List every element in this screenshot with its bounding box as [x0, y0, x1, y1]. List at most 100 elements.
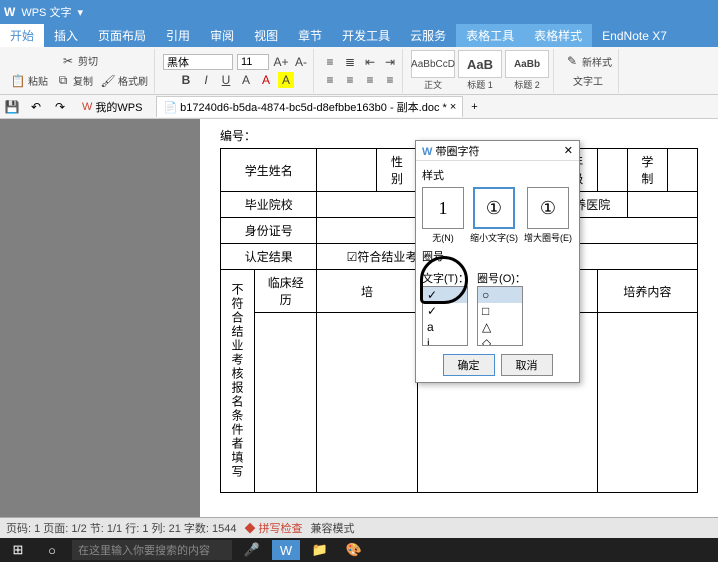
paste-button[interactable]: 📋粘贴 [8, 72, 50, 90]
tab-table-tools[interactable]: 表格工具 [456, 24, 524, 47]
edit-group: ✎新样式 文字工 [558, 49, 619, 93]
taskbar-explorer-icon[interactable]: 📁 [306, 540, 334, 560]
align-right-icon[interactable]: ≡ [362, 72, 378, 88]
strike-button[interactable]: A [238, 72, 254, 88]
styles-group: AaBbCcD正文 AaB标题 1 AaBb标题 2 [407, 49, 554, 93]
dialog-close-icon[interactable]: ✕ [564, 144, 573, 157]
tab-devtools[interactable]: 开发工具 [332, 24, 400, 47]
style-opt-shrink[interactable]: ① [473, 187, 515, 229]
qat-redo-icon[interactable]: ↷ [52, 99, 68, 115]
workspace: 编号： 学生姓名 性别 出生 年级 学制 毕业院校 养医院 身份证号 认定结果 … [0, 119, 718, 517]
windows-taskbar: ⊞ ○ 在这里输入你要搜索的内容 🎤 W 📁 🎨 [0, 538, 718, 562]
shape-list-label: 圈号(O)： [477, 270, 526, 286]
shape-item-circle[interactable]: ○ [478, 287, 522, 303]
ok-button[interactable]: 确定 [443, 354, 495, 376]
cortana-icon[interactable]: ○ [38, 540, 66, 560]
font-shrink-icon[interactable]: A- [293, 54, 309, 70]
style-opt-none[interactable]: 1 [422, 187, 464, 229]
italic-button[interactable]: I [198, 72, 214, 88]
align-justify-icon[interactable]: ≡ [382, 72, 398, 88]
new-style-button[interactable]: ✎新样式 [562, 52, 614, 70]
shape-list[interactable]: ○ □ △ ◇ [477, 286, 523, 346]
taskbar-app-icon[interactable]: 🎨 [340, 540, 368, 560]
font-name-input[interactable] [163, 54, 233, 70]
dialog-titlebar[interactable]: W 带圈字符 ✕ [416, 141, 579, 161]
tab-chapter[interactable]: 章节 [288, 24, 332, 47]
char-item[interactable]: a [423, 319, 467, 335]
spellcheck-indicator[interactable]: ◆ 拼写检查 [244, 520, 302, 536]
char-item[interactable]: ✓ [423, 303, 467, 319]
indent-inc-icon[interactable]: ⇥ [382, 54, 398, 70]
doctab-add-icon[interactable]: + [471, 101, 477, 113]
doctab-mywps[interactable]: W我的WPS [76, 97, 148, 117]
font-size-input[interactable] [237, 54, 269, 70]
app-logo: W [4, 5, 15, 19]
paragraph-group: ≡ ≣ ⇤ ⇥ ≡ ≡ ≡ ≡ [318, 49, 403, 93]
font-color-icon[interactable]: A [258, 72, 274, 88]
start-button[interactable]: ⊞ [4, 540, 32, 560]
font-group: A+ A- B I U A A A [159, 49, 314, 93]
qat-undo-icon[interactable]: ↶ [28, 99, 44, 115]
char-item[interactable]: i [423, 335, 467, 346]
style-h2[interactable]: AaBb [505, 50, 549, 78]
enclose-chars-dialog: W 带圈字符 ✕ 样式 1无(N) ①缩小文字(S) ①增大圈号(E) 圈号 文… [415, 140, 580, 383]
dialog-title: 带圈字符 [435, 146, 479, 158]
tab-layout[interactable]: 页面布局 [88, 24, 156, 47]
format-painter-button[interactable]: 🖌格式刷 [98, 72, 150, 90]
style-normal[interactable]: AaBbCcD [411, 50, 455, 78]
shape-item-triangle[interactable]: △ [478, 319, 522, 335]
tab-insert[interactable]: 插入 [44, 24, 88, 47]
cancel-button[interactable]: 取消 [501, 354, 553, 376]
highlight-icon[interactable]: A [278, 72, 294, 88]
char-list-label: 文字(T)： [422, 270, 469, 286]
taskbar-wps-icon[interactable]: W [272, 540, 300, 560]
taskbar-search[interactable]: 在这里输入你要搜索的内容 [72, 540, 232, 560]
cut-button[interactable]: ✂剪切 [58, 52, 100, 70]
style-section-label: 样式 [422, 167, 573, 183]
dialog-icon: W [422, 146, 432, 158]
status-text: 页码: 1 页面: 1/2 节: 1/1 行: 1 列: 21 字数: 1544 [6, 520, 236, 536]
document-tabs: 💾 ↶ ↷ W我的WPS 📄b17240d6-b5da-4874-bc5d-d8… [0, 95, 718, 119]
ribbon-tabs: 开始 插入 页面布局 引用 审阅 视图 章节 开发工具 云服务 表格工具 表格样… [0, 24, 718, 47]
wps-logo-icon: W [82, 101, 92, 113]
ribbon-toolbar: ✂剪切 📋粘贴 ⧉复制 🖌格式刷 A+ A- B I U A A A ≡ ≣ ⇤… [0, 47, 718, 95]
bullets-icon[interactable]: ≡ [322, 54, 338, 70]
tab-table-style[interactable]: 表格样式 [524, 24, 592, 47]
bold-button[interactable]: B [178, 72, 194, 88]
char-list[interactable]: ✓ ✓ a i [422, 286, 468, 346]
brush-icon: 🖌 [100, 73, 116, 89]
tab-references[interactable]: 引用 [156, 24, 200, 47]
compat-mode-indicator: 兼容模式 [311, 520, 355, 536]
tab-review[interactable]: 审阅 [200, 24, 244, 47]
doctab-active[interactable]: 📄b17240d6-b5da-4874-bc5d-d8efbbe163b0 - … [156, 96, 463, 117]
window-titlebar: W WPS 文字 ▾ [0, 0, 718, 24]
align-left-icon[interactable]: ≡ [322, 72, 338, 88]
text-tools-button[interactable]: 文字工 [571, 72, 605, 89]
align-center-icon[interactable]: ≡ [342, 72, 358, 88]
doctab-close-icon[interactable]: × [450, 101, 456, 113]
app-dropdown-icon[interactable]: ▾ [77, 6, 83, 19]
underline-button[interactable]: U [218, 72, 234, 88]
mic-icon[interactable]: 🎤 [238, 540, 266, 560]
nav-sidebar [0, 119, 200, 517]
numbering-icon[interactable]: ≣ [342, 54, 358, 70]
scissors-icon: ✂ [60, 53, 76, 69]
style-opt-enlarge[interactable]: ① [527, 187, 569, 229]
tab-view[interactable]: 视图 [244, 24, 288, 47]
indent-dec-icon[interactable]: ⇤ [362, 54, 378, 70]
shape-item-diamond[interactable]: ◇ [478, 335, 522, 346]
copy-icon: ⧉ [55, 73, 71, 89]
char-item[interactable]: ✓ [423, 287, 467, 303]
copy-button[interactable]: ⧉复制 [53, 72, 95, 90]
newstyle-icon: ✎ [564, 53, 580, 69]
tab-endnote[interactable]: EndNote X7 [592, 26, 677, 46]
enclose-section-label: 圈号 [422, 248, 573, 264]
style-h1[interactable]: AaB [458, 50, 502, 78]
tab-home[interactable]: 开始 [0, 24, 44, 47]
font-grow-icon[interactable]: A+ [273, 54, 289, 70]
qat-save-icon[interactable]: 💾 [4, 99, 20, 115]
tab-cloud[interactable]: 云服务 [400, 24, 456, 47]
shape-item-square[interactable]: □ [478, 303, 522, 319]
paste-icon: 📋 [10, 73, 26, 89]
doc-icon: 📄 [163, 101, 177, 114]
